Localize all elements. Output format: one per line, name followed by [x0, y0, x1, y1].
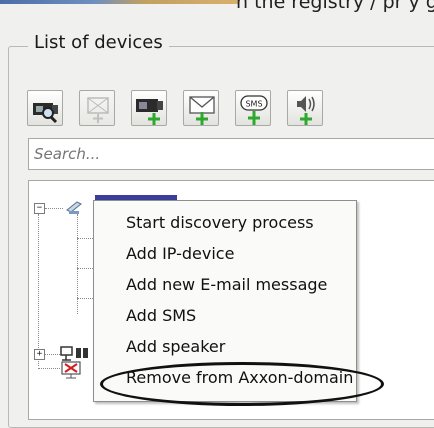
devices-panel-title: List of devices — [28, 32, 169, 53]
menu-item-add-sms[interactable]: Add SMS — [126, 306, 196, 325]
menu-item-add-ip-device[interactable]: Add IP-device — [126, 244, 234, 263]
add-speaker-button[interactable] — [287, 90, 323, 126]
tree-connector — [77, 298, 93, 299]
add-sms-button[interactable]: SMS — [235, 90, 271, 126]
speaker-plus-icon — [297, 96, 315, 125]
menu-item-add-email[interactable]: Add new E-mail message — [126, 275, 327, 294]
search-camera-button[interactable] — [27, 90, 63, 126]
svg-text:SMS: SMS — [245, 100, 262, 109]
add-camera-button[interactable] — [131, 90, 167, 126]
tree-connector — [45, 354, 60, 355]
menu-item-add-speaker[interactable]: Add speaker — [126, 337, 225, 356]
add-device-disabled-button[interactable] — [79, 90, 115, 126]
server-node-icon — [63, 196, 85, 222]
tree-connector — [38, 368, 60, 369]
camera-plus-icon — [136, 99, 163, 125]
collapse-toggle[interactable]: − — [34, 203, 45, 214]
add-email-button[interactable] — [183, 90, 219, 126]
cropped-heading-text: n the registry / pr y g — [236, 0, 434, 13]
highlight-ellipse-annotation — [100, 362, 384, 406]
search-input[interactable] — [28, 138, 434, 170]
tree-connector — [77, 214, 78, 314]
tree-connector — [45, 208, 63, 209]
tree-connector — [77, 238, 93, 239]
sms-plus-icon: SMS — [240, 95, 268, 125]
tree-connector — [38, 214, 39, 366]
camera-magnifier-icon — [33, 103, 58, 124]
disabled-device-node-icon — [60, 360, 84, 384]
envelope-plus-icon — [189, 96, 215, 125]
add-device-disabled-icon — [87, 97, 109, 123]
expand-toggle[interactable]: + — [34, 349, 45, 360]
top-cropped-heading: n the registry / pr y g — [0, 0, 434, 16]
title-accent-bar — [0, 0, 238, 4]
menu-item-start-discovery[interactable]: Start discovery process — [126, 213, 314, 232]
tree-connector — [77, 268, 93, 269]
